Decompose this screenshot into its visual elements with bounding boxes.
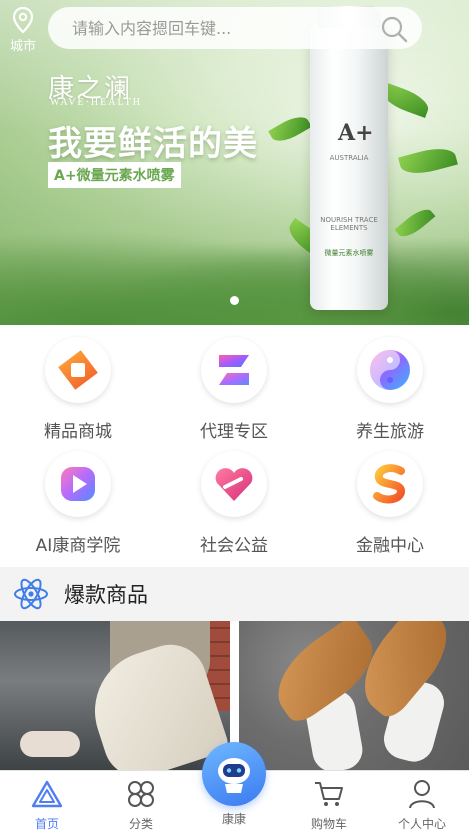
app-page: A+ AUSTRALIA NOURISH TRACE ELEMENTS 微量元素… <box>0 0 469 834</box>
academy-icon-container <box>45 451 111 517</box>
category-icon <box>128 781 154 807</box>
wellness-travel-icon-container <box>357 337 423 403</box>
cart-icon <box>315 782 343 806</box>
robot-icon <box>218 758 250 793</box>
home-icon <box>31 780 63 808</box>
tab-label: 首页 <box>34 817 59 831</box>
city-label: 城市 <box>9 39 36 54</box>
agent-icon <box>219 355 249 385</box>
category-agent[interactable]: 代理专区 <box>156 337 312 442</box>
tab-category[interactable]: 分类 <box>94 779 188 832</box>
category-label: 养生旅游 <box>356 422 424 442</box>
tab-cart[interactable]: 购物车 <box>282 779 376 832</box>
mall-icon-container <box>45 337 111 403</box>
product-card[interactable] <box>0 621 230 771</box>
tab-label: 分类 <box>128 817 153 831</box>
section-title: 爆款商品 <box>64 583 148 607</box>
product-card[interactable] <box>239 621 469 771</box>
bottle-text: NOURISH TRACE ELEMENTS <box>320 216 378 232</box>
category-label: AI康商学院 <box>35 536 121 556</box>
mall-icon <box>58 350 98 390</box>
wellness-travel-icon <box>370 350 410 390</box>
category-mall[interactable]: 精品商城 <box>0 337 156 442</box>
carousel-indicator[interactable] <box>0 296 469 305</box>
academy-icon <box>61 467 95 501</box>
banner-headline: 我要鲜活的美 <box>48 124 258 164</box>
tab-kangkang[interactable] <box>202 742 266 806</box>
category-finance[interactable]: 金融中心 <box>312 451 468 556</box>
location-pin-icon <box>12 6 34 34</box>
banner-tagline: A+微量元素水喷雾 <box>48 162 181 188</box>
category-wellness-travel[interactable]: 养生旅游 <box>312 337 468 442</box>
search-icon[interactable] <box>380 15 408 43</box>
tab-home[interactable]: 首页 <box>0 779 94 832</box>
product-image-detail <box>20 731 80 757</box>
category-label: 精品商城 <box>44 422 112 442</box>
bottle-mark: A+ <box>338 120 374 146</box>
carousel-dot[interactable] <box>230 296 239 305</box>
hot-products-header: 爆款商品 <box>0 567 469 621</box>
user-icon <box>409 780 435 809</box>
bottle-text: 微量元素水喷雾 <box>324 249 374 257</box>
product-bottle: A+ AUSTRALIA NOURISH TRACE ELEMENTS 微量元素… <box>310 6 388 310</box>
finance-icon <box>373 464 406 504</box>
bottle-text: AUSTRALIA <box>329 154 369 162</box>
tab-label: 购物车 <box>310 817 347 831</box>
agent-icon-container <box>201 337 267 403</box>
tab-profile[interactable]: 个人中心 <box>375 779 469 832</box>
finance-icon-container <box>357 451 423 517</box>
city-selector[interactable]: 城市 <box>6 6 40 54</box>
category-grid: 精品商城 代理专区 养生旅游 AI康商学院 社会公益 金融中心 <box>0 325 469 565</box>
charity-icon <box>215 468 253 501</box>
tab-label: 个人中心 <box>397 817 446 831</box>
category-academy[interactable]: AI康商学院 <box>0 451 156 556</box>
tab-label: 康康 <box>221 812 246 826</box>
search-input[interactable] <box>72 18 362 38</box>
search-bar[interactable] <box>48 7 422 49</box>
category-label: 社会公益 <box>200 536 268 556</box>
category-label: 代理专区 <box>200 422 268 442</box>
atom-icon <box>14 578 48 610</box>
banner-brand-sub: WAVE·HEALTH <box>50 97 142 108</box>
category-label: 金融中心 <box>356 536 424 556</box>
category-charity[interactable]: 社会公益 <box>156 451 312 556</box>
charity-icon-container <box>201 451 267 517</box>
